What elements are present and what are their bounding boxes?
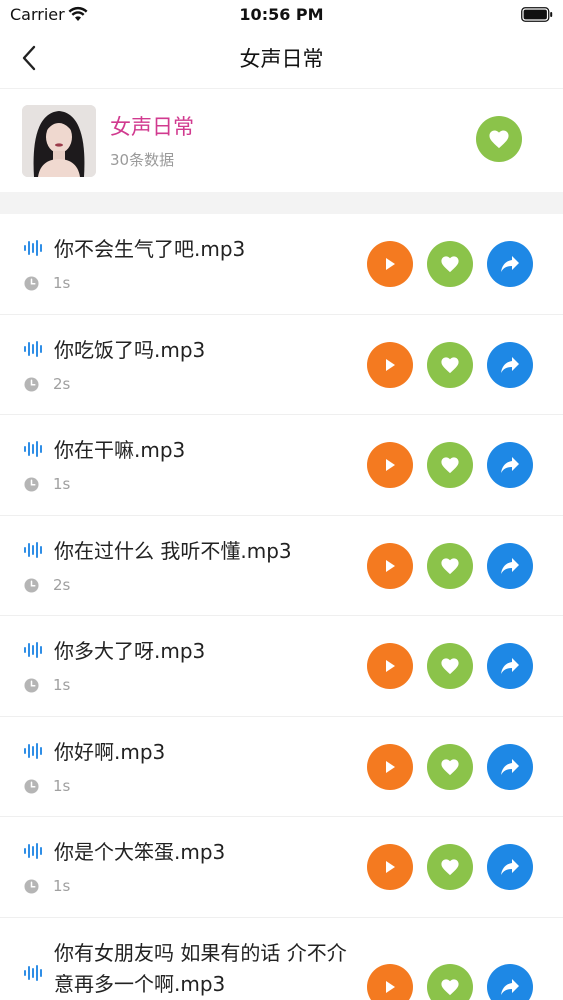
audio-wave-icon [24,964,42,981]
play-button[interactable] [367,542,413,589]
share-button[interactable] [487,643,533,689]
favorite-button[interactable] [427,643,473,689]
audio-list-item[interactable]: 你好啊.mp3 1s [0,716,563,817]
audio-list-item[interactable]: 你不会生气了吧.mp3 1s [0,214,563,315]
share-button[interactable] [487,743,533,790]
album-header: 女声日常 30条数据 [0,88,563,192]
heart-icon [441,978,459,995]
favorite-button[interactable] [427,341,473,388]
play-button[interactable] [367,442,413,488]
section-divider [0,192,563,214]
page-title: 女声日常 [239,47,324,71]
clock-icon [24,376,39,392]
heart-icon [441,356,459,373]
share-arrow-icon [501,557,519,574]
heart-icon [441,457,459,474]
heart-icon [441,658,459,675]
audio-duration: 1s [53,776,71,795]
play-icon [386,861,395,873]
share-arrow-icon [501,758,519,775]
audio-title: 你有女朋友吗 如果有的话 介不介意再多一个啊.mp3 [54,940,347,996]
heart-icon [489,130,509,149]
audio-list-item[interactable]: 你在干嘛.mp3 1s [0,415,563,516]
share-arrow-icon [501,457,519,473]
audio-title: 你在过什么 我听不懂.mp3 [54,538,292,563]
audio-title: 你是个大笨蛋.mp3 [54,840,226,864]
favorite-button[interactable] [427,241,473,287]
play-button[interactable] [367,341,413,388]
audio-duration: 1s [53,475,71,493]
clock-icon [24,778,39,794]
clock-icon [24,678,39,693]
audio-wave-icon [24,441,42,457]
audio-wave-icon [24,843,42,859]
play-icon [386,660,395,672]
share-arrow-icon [501,356,519,373]
share-button[interactable] [487,844,533,890]
play-icon [386,980,395,993]
heart-icon [441,758,459,775]
clock-icon [24,577,39,593]
heart-icon [441,256,459,273]
favorite-button[interactable] [427,542,473,589]
clock-time: 10:56 PM [239,5,324,24]
audio-title: 你在干嘛.mp3 [54,438,186,462]
share-button[interactable] [487,442,533,488]
audio-wave-icon [24,541,42,558]
share-button[interactable] [487,341,533,388]
audio-list-item[interactable]: 你是个大笨蛋.mp3 1s [0,817,563,918]
favorite-album-button[interactable] [476,116,522,162]
share-button[interactable] [487,963,533,1000]
play-icon [386,358,395,371]
play-icon [386,559,395,572]
share-arrow-icon [501,658,519,674]
clock-icon [24,879,39,894]
share-arrow-icon [501,978,519,995]
play-button[interactable] [367,844,413,890]
play-button[interactable] [367,743,413,790]
album-cover-image [22,105,96,177]
battery-icon [521,7,553,22]
audio-list-item[interactable]: 你多大了呀.mp3 1s [0,616,563,717]
share-button[interactable] [487,241,533,287]
audio-title: 你不会生气了吧.mp3 [54,237,246,261]
play-icon [386,760,395,773]
play-button[interactable] [367,241,413,287]
play-button[interactable] [367,643,413,689]
clock-icon [24,276,39,291]
share-button[interactable] [487,542,533,589]
heart-icon [441,557,459,574]
album-title: 女声日常 [110,115,194,139]
favorite-button[interactable] [427,442,473,488]
clock-icon [24,477,39,492]
audio-wave-icon [24,240,42,256]
album-item-count: 30条数据 [110,151,175,169]
navigation-bar: 女声日常 [0,30,563,86]
share-arrow-icon [501,256,519,272]
audio-wave-icon [24,742,42,759]
play-icon [386,459,395,471]
play-icon [386,258,395,270]
audio-list-item[interactable]: 你吃饭了吗.mp3 2s [0,314,563,415]
favorite-button[interactable] [427,844,473,890]
audio-list-item[interactable]: 你在过什么 我听不懂.mp3 2s [0,515,563,616]
audio-duration: 1s [53,274,71,292]
audio-list: 你不会生气了吧.mp3 1s 你吃饭了吗.mp3 2s 你在干嘛.mp3 1s 你在过什么 … [0,214,563,1000]
status-bar: Carrier 10:56 PM [0,0,563,30]
audio-list-item[interactable]: 你有女朋友吗 如果有的话 介不介意再多一个啊.mp3 [0,917,563,1000]
audio-title: 你吃饭了吗.mp3 [54,337,206,362]
audio-duration: 2s [53,374,71,393]
audio-wave-icon [24,642,42,658]
favorite-button[interactable] [427,743,473,790]
heart-icon [441,859,459,876]
audio-title: 你好啊.mp3 [54,739,166,764]
audio-duration: 2s [53,575,71,594]
audio-wave-icon [24,340,42,357]
audio-title: 你多大了呀.mp3 [54,639,206,663]
audio-duration: 1s [53,877,71,895]
audio-duration: 1s [53,676,71,694]
play-button[interactable] [367,963,413,1000]
favorite-button[interactable] [427,963,473,1000]
share-arrow-icon [501,859,519,875]
